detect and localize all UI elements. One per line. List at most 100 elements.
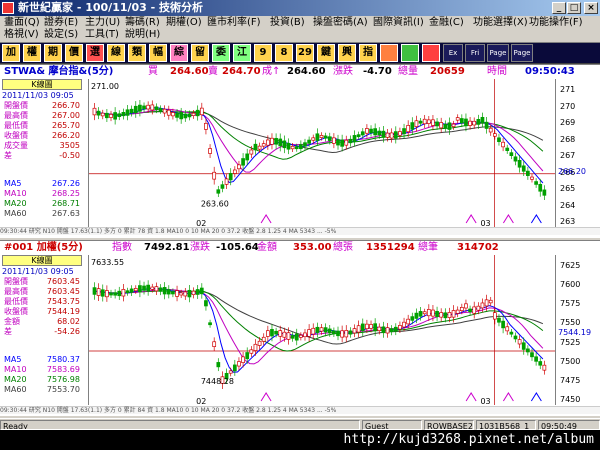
menu-item-2[interactable]: 主力(U) xyxy=(85,17,120,29)
kline-tab[interactable]: K線圖 xyxy=(2,79,82,90)
toolbar-button-13[interactable]: 8 xyxy=(275,44,293,62)
candle-body xyxy=(513,156,518,162)
candle-body xyxy=(150,286,155,290)
stat-value: 268.25 xyxy=(52,189,80,198)
toolbar-button-6[interactable]: 類 xyxy=(128,44,146,62)
stat-row: 最低價 265.70 xyxy=(2,121,82,131)
toolbar-button-8[interactable]: 綜 xyxy=(170,44,188,62)
toolbar-button-16[interactable]: 興 xyxy=(338,44,356,62)
menu-item-7[interactable]: 操盤密碼(A) xyxy=(313,17,368,29)
candle-body xyxy=(398,131,402,136)
candle-body xyxy=(212,171,217,180)
toolbar-button-19[interactable] xyxy=(401,44,419,62)
candle-body xyxy=(381,130,386,138)
candle-body xyxy=(253,343,258,351)
toolbar-button-11[interactable]: 江 xyxy=(233,44,251,62)
candle-body xyxy=(237,164,241,170)
candle-body xyxy=(278,330,283,337)
toolbar-button-2[interactable]: 期 xyxy=(44,44,62,62)
candle-body xyxy=(162,108,167,114)
last-price-badge: 7544.19 xyxy=(558,328,592,337)
menu-item-0[interactable]: 畫面(Q) xyxy=(4,17,40,29)
candle-body xyxy=(389,328,394,333)
toolbar-button-20[interactable] xyxy=(422,44,440,62)
count-label: 總筆 xyxy=(418,242,438,253)
candle-body xyxy=(241,356,245,363)
toolbar-button-1[interactable]: 權 xyxy=(23,44,41,62)
candle-body xyxy=(443,312,448,319)
menu-item-5[interactable]: 匯市利率(F) xyxy=(207,17,261,29)
toolbar-button-0[interactable]: 加 xyxy=(2,44,20,62)
candle-body xyxy=(299,334,303,338)
toolbar-button-22[interactable]: Fri xyxy=(465,44,485,62)
candle-body xyxy=(455,117,460,121)
menu-item-14[interactable]: 工具(T) xyxy=(85,29,119,41)
index-label: 指數 xyxy=(112,242,132,253)
close-button[interactable]: × xyxy=(584,2,598,14)
toolbar-button-5[interactable]: 線 xyxy=(107,44,125,62)
toolbar-button-18[interactable] xyxy=(380,44,398,62)
candle-body xyxy=(406,318,411,325)
index-value: 7492.81 xyxy=(144,242,190,253)
candle-body xyxy=(484,299,489,307)
symbol-name[interactable]: #001 加權(5分) xyxy=(4,241,83,254)
price-chart[interactable]: 7633.55 7448.28 02 03 xyxy=(88,255,556,406)
stat-value: -54.26 xyxy=(54,327,80,336)
menu-item-13[interactable]: 設定(S) xyxy=(44,29,78,41)
toolbar-button-17[interactable]: 指 xyxy=(359,44,377,62)
price-chart[interactable]: 271.00 263.60 02 03 xyxy=(88,79,556,228)
symbol-name[interactable]: STWA& 摩台指&(5分) xyxy=(4,65,113,78)
toolbar-button-21[interactable]: Ex xyxy=(443,44,463,62)
toolbar-button-12[interactable]: 9 xyxy=(254,44,272,62)
stat-label: MA60 xyxy=(4,209,27,218)
maximize-button[interactable]: □ xyxy=(567,2,581,14)
menu-item-12[interactable]: 格視(V) xyxy=(4,29,39,41)
stat-label: 開盤價 xyxy=(4,101,28,110)
status-server: ROWBASE2 xyxy=(424,420,474,430)
stat-value: 7553.70 xyxy=(46,385,80,394)
menu-item-1[interactable]: 證券(E) xyxy=(44,17,78,29)
menu-item-9[interactable]: 金融(C) xyxy=(429,17,464,29)
y-tick-label: 7550 xyxy=(560,318,581,328)
candle-body xyxy=(109,292,113,296)
candle-body xyxy=(294,146,299,150)
toolbar-button-23[interactable]: Page Top xyxy=(487,44,509,73)
toolbar-button-10[interactable]: 委 xyxy=(212,44,230,62)
volume-value: 20659 xyxy=(430,66,465,77)
y-tick-label: 263 xyxy=(560,217,576,226)
candle-body xyxy=(175,112,179,118)
candle-body xyxy=(138,104,142,112)
y-tick-label: 7450 xyxy=(560,395,581,404)
toolbar-button-24[interactable]: Page Btm xyxy=(511,44,533,73)
candle-body xyxy=(356,134,361,138)
menu-item-15[interactable]: 說明(H) xyxy=(125,29,160,41)
candle-body xyxy=(216,362,221,368)
menu-item-6[interactable]: 投資(B) xyxy=(270,17,305,29)
toolbar-button-14[interactable]: 29 xyxy=(296,44,314,62)
candle-body xyxy=(426,119,431,124)
candle-body xyxy=(187,289,192,298)
toolbar-button-15[interactable]: 鍵 xyxy=(317,44,335,62)
candle-body xyxy=(249,349,254,354)
menu-item-11[interactable]: 功能操作(F) xyxy=(529,17,583,29)
kline-tab[interactable]: K線圖 xyxy=(2,255,82,266)
stat-value: 68.02 xyxy=(57,317,80,326)
toolbar-button-4[interactable]: 選 xyxy=(86,44,104,62)
candle-body xyxy=(175,290,179,297)
menu-item-4[interactable]: 期權(O) xyxy=(166,17,202,29)
menu-item-10[interactable]: 功能選擇(X) xyxy=(473,17,528,29)
toolbar-button-9[interactable]: 留 xyxy=(191,44,209,62)
candle-body xyxy=(542,189,547,196)
toolbar-button-7[interactable]: 幅 xyxy=(149,44,167,62)
candle-body xyxy=(509,152,514,157)
candle-body xyxy=(389,132,394,139)
candle-body xyxy=(208,148,212,154)
menu-item-3[interactable]: 籌碼(R) xyxy=(125,17,160,29)
watermark-url: http://kujd3268.pixnet.net/album xyxy=(0,430,600,450)
candle-body xyxy=(414,312,419,319)
candle-body xyxy=(307,329,311,337)
minimize-button[interactable]: _ xyxy=(552,2,566,14)
menu-item-8[interactable]: 國際資訊(I) xyxy=(373,17,424,29)
candle-body xyxy=(447,122,452,130)
toolbar-button-3[interactable]: 價 xyxy=(65,44,83,62)
